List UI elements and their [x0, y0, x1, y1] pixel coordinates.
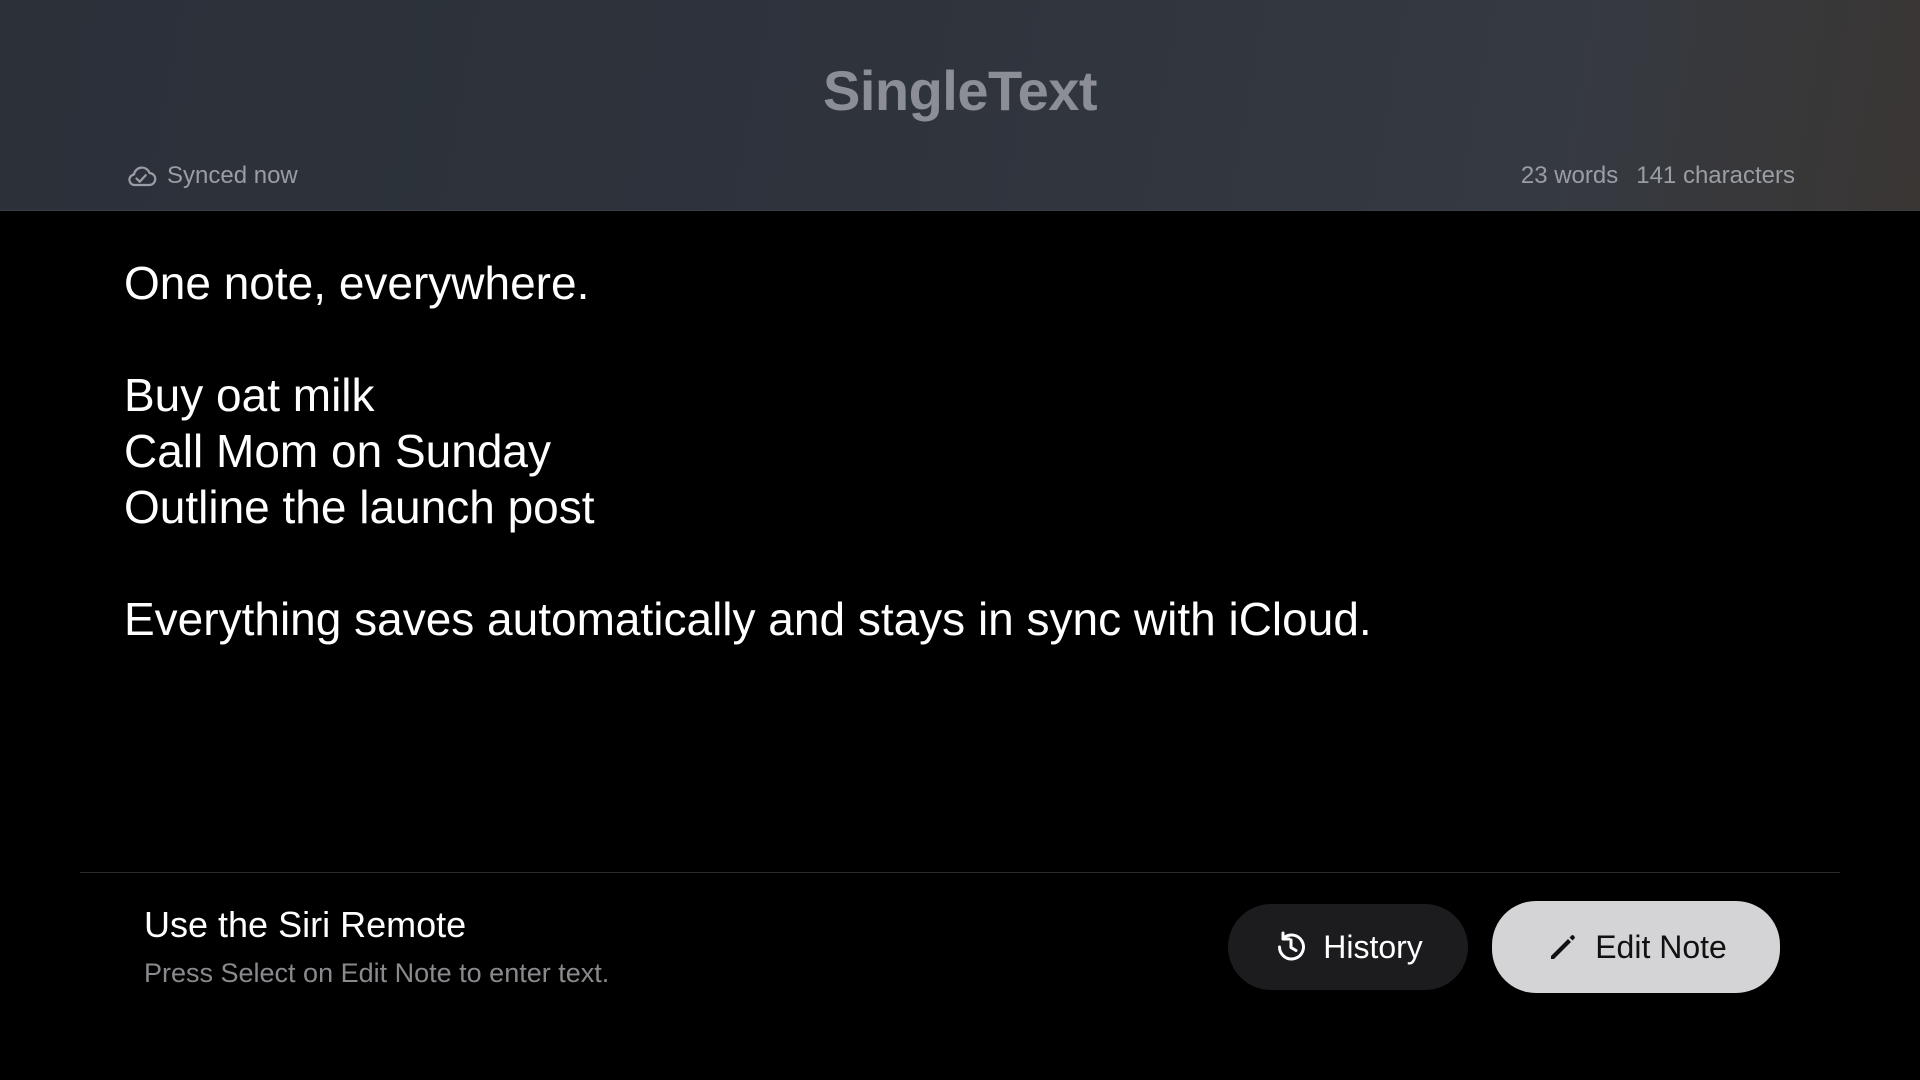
word-count: 23 words	[1520, 162, 1619, 189]
note-stats: 23 words 141 characters	[1521, 162, 1795, 190]
app-title: SingleText	[822, 59, 1098, 122]
edit-note-button-label: Edit Note	[1595, 928, 1727, 965]
history-button[interactable]: History	[1228, 904, 1468, 990]
note-line: Buy oat milk	[124, 369, 375, 421]
history-button-label: History	[1323, 928, 1423, 965]
sync-status-label: Synced now	[167, 162, 298, 189]
note-line: Call Mom on Sunday	[124, 425, 551, 477]
footer-divider	[80, 872, 1840, 873]
pencil-icon	[1551, 935, 1576, 959]
note-text: One note, everywhere. Buy oat milk Call …	[124, 255, 1804, 647]
cloud-check-icon	[128, 166, 157, 187]
note-line: Outline the launch post	[124, 481, 595, 533]
note-line	[124, 311, 1804, 367]
sync-status: Synced now	[125, 162, 298, 190]
note-line: One note, everywhere.	[124, 257, 590, 309]
history-clock-icon	[1278, 931, 1306, 961]
note-line: Everything saves automatically and stays…	[124, 593, 1372, 645]
hint-subtitle: Press Select on Edit Note to enter text.	[144, 958, 610, 988]
character-count: 141 characters	[1636, 162, 1795, 189]
note-line	[124, 535, 1804, 591]
hint-title: Use the Siri Remote	[144, 904, 467, 945]
edit-note-button[interactable]: Edit Note	[1492, 901, 1780, 993]
top-bar: SingleText Synced now 23 words 141 chara…	[0, 0, 1920, 211]
